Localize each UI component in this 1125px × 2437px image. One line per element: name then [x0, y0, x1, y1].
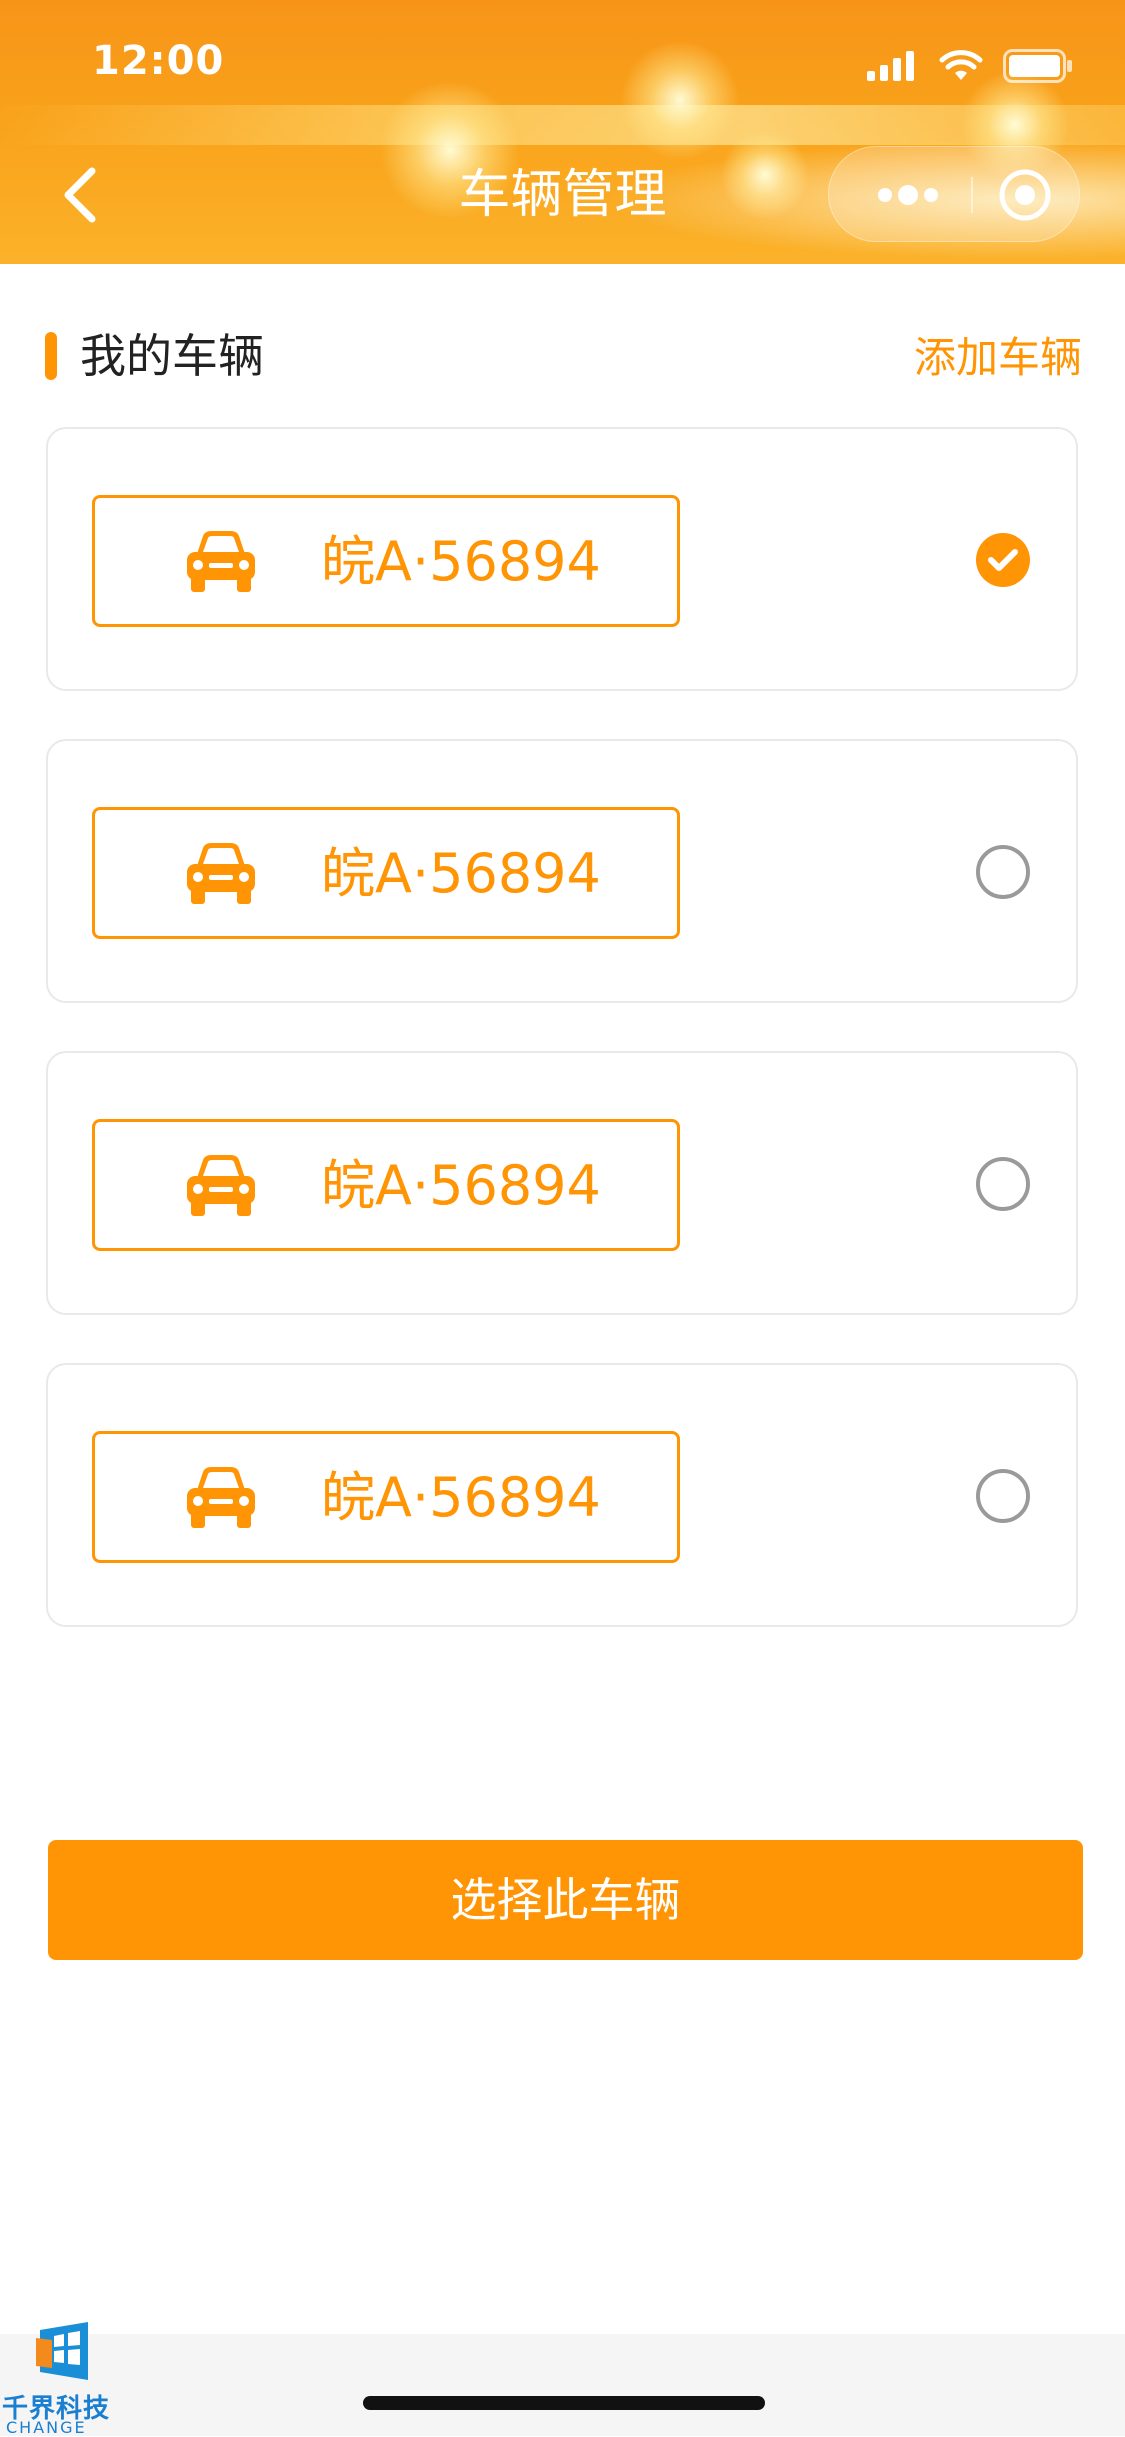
miniapp-capsule: [828, 146, 1080, 242]
battery-icon: [1003, 49, 1072, 83]
vehicle-radio[interactable]: [976, 1157, 1030, 1211]
section-accent-bar: [45, 332, 57, 380]
vehicle-card[interactable]: 皖A·56894: [46, 1051, 1078, 1315]
car-icon: [187, 531, 255, 592]
more-icon[interactable]: [873, 183, 943, 207]
select-vehicle-button[interactable]: 选择此车辆: [48, 1840, 1083, 1960]
logo-subtitle: CHANGE: [6, 2418, 87, 2437]
wifi-icon: [939, 50, 983, 80]
status-icons: [867, 48, 1073, 84]
license-plate: 皖A·56894: [92, 1119, 680, 1251]
plate-number: 皖A·56894: [321, 1466, 601, 1529]
logo-window-icon: [36, 2322, 88, 2380]
plate-number: 皖A·56894: [321, 530, 601, 593]
company-logo: 千界科技 CHANGE: [0, 2318, 130, 2437]
vehicle-radio-selected[interactable]: [976, 533, 1030, 587]
license-plate: 皖A·56894: [92, 1431, 680, 1563]
header-decoration-band: [0, 105, 1125, 145]
vehicle-card[interactable]: 皖A·56894: [46, 1363, 1078, 1627]
add-vehicle-link[interactable]: 添加车辆: [914, 330, 1082, 386]
plate-number: 皖A·56894: [321, 1154, 601, 1217]
car-icon: [187, 1155, 255, 1216]
capsule-divider: [971, 177, 973, 213]
vehicle-card[interactable]: 皖A·56894: [46, 739, 1078, 1003]
home-indicator[interactable]: [363, 2396, 765, 2410]
vehicle-radio[interactable]: [976, 845, 1030, 899]
license-plate: 皖A·56894: [92, 807, 680, 939]
check-icon: [988, 549, 1018, 571]
vehicle-radio[interactable]: [976, 1469, 1030, 1523]
signal-icon: [867, 51, 914, 81]
section-title: 我的车辆: [80, 329, 264, 383]
license-plate: 皖A·56894: [92, 495, 680, 627]
status-time: 12:00: [92, 38, 225, 84]
bottom-bar: [0, 2334, 1125, 2436]
plate-number: 皖A·56894: [321, 842, 601, 905]
header: 12:00 车辆管理: [0, 0, 1125, 264]
car-icon: [187, 1467, 255, 1528]
target-icon[interactable]: [997, 167, 1053, 223]
vehicle-card[interactable]: 皖A·56894: [46, 427, 1078, 691]
car-icon: [187, 843, 255, 904]
